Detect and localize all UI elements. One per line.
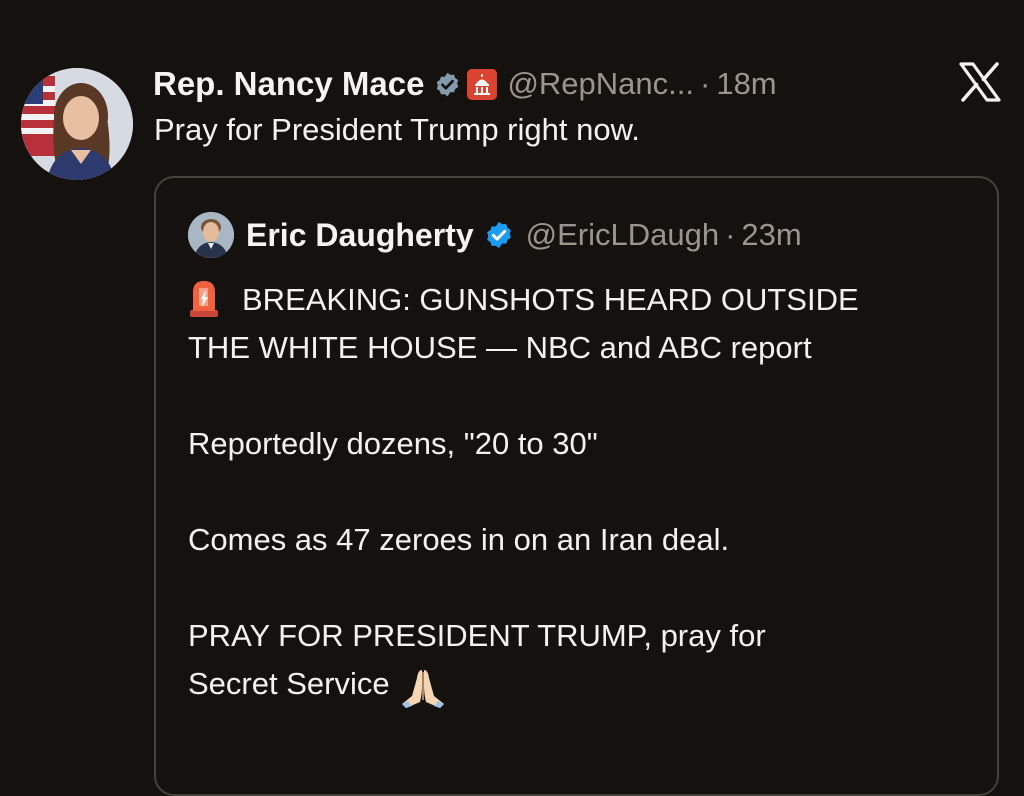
quoted-line-text: Secret Service xyxy=(188,666,390,701)
quoted-author-name[interactable]: Eric Daugherty xyxy=(246,217,474,254)
author-handle[interactable]: @RepNanc... xyxy=(507,66,694,102)
separator-dot: · xyxy=(700,66,711,101)
post-header: Rep. Nancy Mace @RepNanc... · 18m xyxy=(153,62,777,106)
quoted-line: BREAKING: GUNSHOTS HEARD OUTSIDE xyxy=(188,276,988,324)
praying-hands-emoji-icon xyxy=(398,666,448,710)
quoted-line: Reportedly dozens, "20 to 30" xyxy=(188,426,598,461)
line-break xyxy=(188,564,988,612)
siren-emoji-icon xyxy=(188,278,220,318)
quoted-line: Comes as 47 zeroes in on an Iran deal. xyxy=(188,522,730,557)
author-avatar[interactable] xyxy=(21,68,133,180)
government-badge-icon[interactable] xyxy=(467,68,498,100)
line-break xyxy=(188,372,988,420)
author-name[interactable]: Rep. Nancy Mace xyxy=(153,65,424,103)
post-text: Pray for President Trump right now. xyxy=(154,112,640,147)
quoted-line-text: BREAKING: GUNSHOTS HEARD OUTSIDE xyxy=(242,282,859,317)
verified-badge-icon[interactable] xyxy=(484,220,514,250)
x-logo-icon xyxy=(958,62,1002,102)
quoted-line: THE WHITE HOUSE — NBC and ABC report xyxy=(188,330,812,365)
quoted-timestamp[interactable]: 23m xyxy=(741,217,801,253)
quoted-author-handle[interactable]: @EricLDaugh xyxy=(526,217,719,253)
post-timestamp[interactable]: 18m xyxy=(716,66,776,102)
line-break xyxy=(188,468,988,516)
verified-badge-icon[interactable] xyxy=(434,71,461,98)
quoted-line: PRAY FOR PRESIDENT TRUMP, pray for xyxy=(188,618,766,653)
quoted-author-avatar[interactable] xyxy=(188,212,234,258)
tweet[interactable]: Rep. Nancy Mace @RepNanc... · 18m Pray f… xyxy=(0,0,1024,796)
separator-dot: · xyxy=(725,217,736,252)
quoted-line: Secret Service xyxy=(188,660,988,708)
quoted-header: Eric Daugherty @EricLDaugh · 23m xyxy=(246,214,802,256)
quoted-text: BREAKING: GUNSHOTS HEARD OUTSIDE THE WHI… xyxy=(188,276,988,708)
